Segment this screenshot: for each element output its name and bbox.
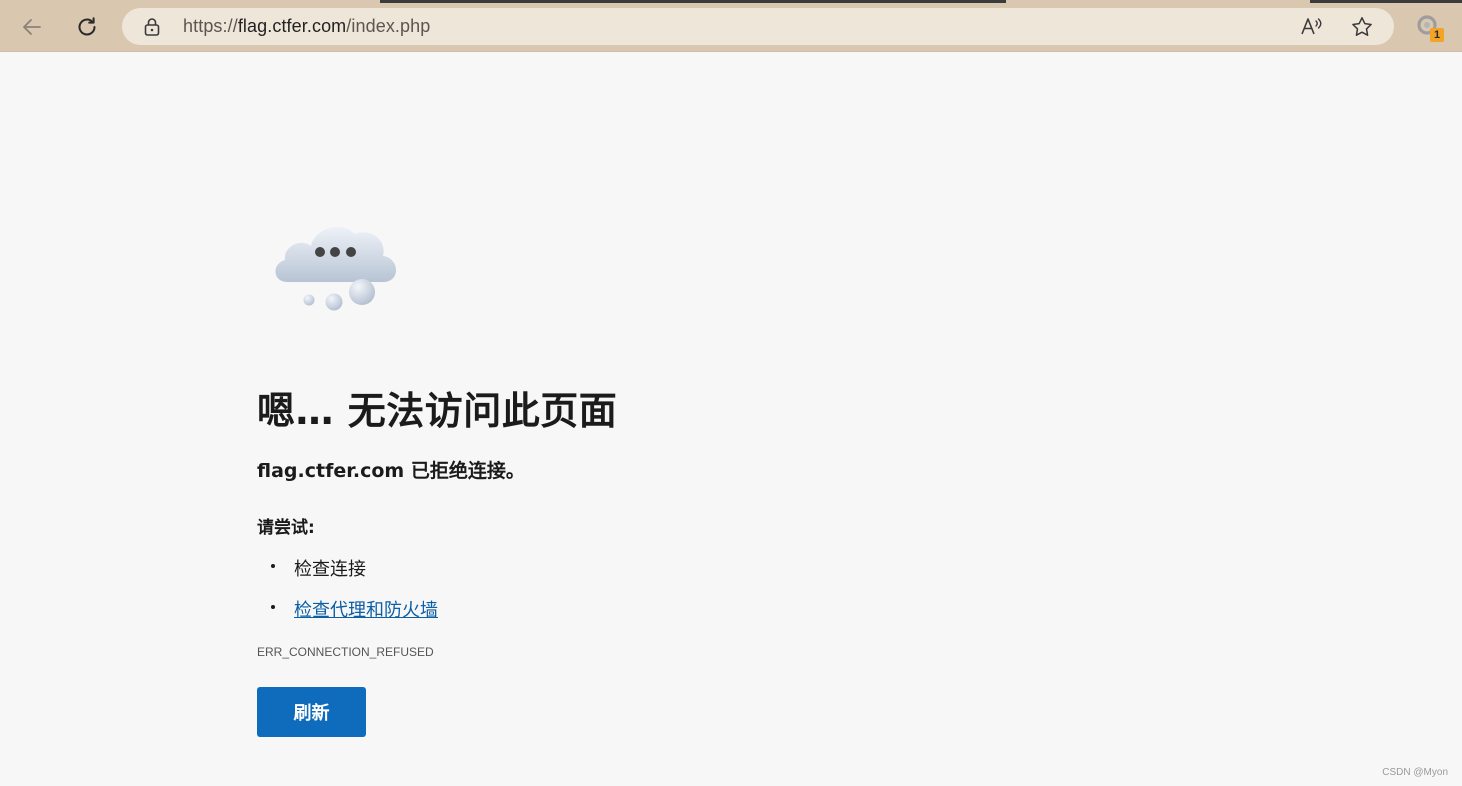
tab-strip-edge-right [1310, 0, 1462, 3]
extension-badge: 1 [1430, 28, 1444, 42]
suggestion-list: 检查连接 检查代理和防火墙 [257, 555, 438, 637]
back-button[interactable] [15, 10, 49, 44]
page-title: 嗯… 无法访问此页面 [257, 389, 618, 433]
bullet [271, 605, 275, 609]
suggestion-item: 检查连接 [257, 555, 438, 596]
error-subtitle: flag.ctfer.com 已拒绝连接。 [257, 460, 525, 482]
suggestion-check-connection: 检查连接 [294, 559, 366, 580]
watermark: CSDN @Myon⁠ [1382, 767, 1448, 778]
browser-toolbar: https://flag.ctfer.com/index.php 1 [0, 0, 1462, 52]
url-scheme: https:// [183, 16, 238, 36]
extension-button[interactable]: 1 [1414, 12, 1446, 44]
address-bar[interactable]: https://flag.ctfer.com/index.php [122, 8, 1394, 45]
refresh-button[interactable]: 刷新 [257, 687, 366, 737]
reload-button[interactable] [70, 10, 104, 44]
back-arrow-icon [23, 19, 41, 35]
reload-icon [78, 17, 96, 36]
cloud-thinking-icon [275, 226, 397, 311]
check-proxy-firewall-link[interactable]: 检查代理和防火墙 [294, 600, 438, 621]
lock-icon[interactable] [143, 17, 161, 37]
url-host: flag.ctfer.com [237, 16, 347, 36]
error-code: ERR_CONNECTION_REFUSED [257, 645, 434, 659]
bullet [271, 564, 275, 568]
suggestion-item: 检查代理和防火墙 [257, 596, 438, 637]
url-path: /index.php [346, 16, 431, 36]
try-label: 请尝试: [257, 518, 315, 538]
read-aloud-icon[interactable] [1300, 16, 1324, 38]
tab-strip-edge [380, 0, 1006, 3]
url-text[interactable]: https://flag.ctfer.com/index.php [183, 16, 430, 36]
star-icon[interactable] [1350, 15, 1374, 39]
